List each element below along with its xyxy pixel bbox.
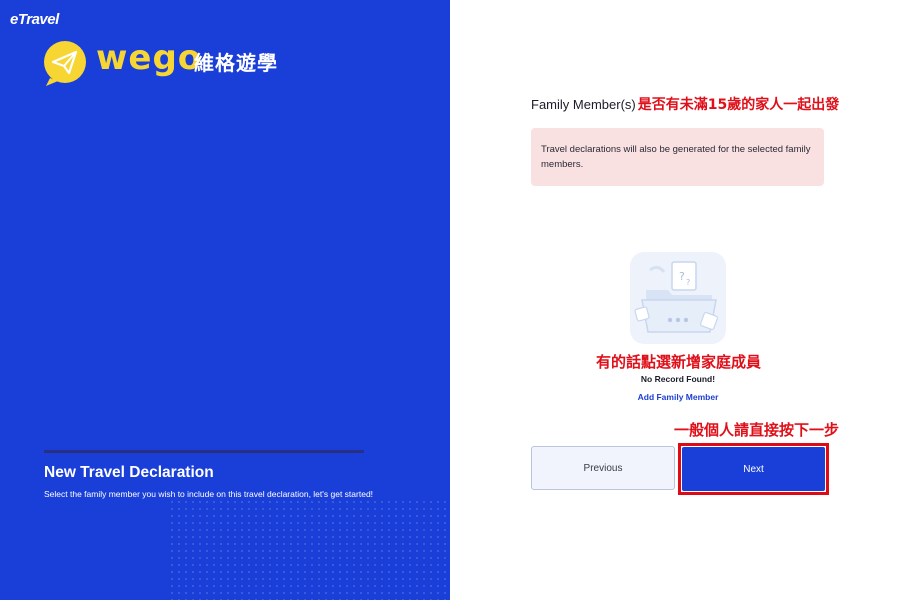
intro-divider — [44, 450, 364, 453]
right-panel: Family Member(s) 是否有未滿15歲的家人一起出發 Travel d… — [450, 0, 900, 600]
svg-text:?: ? — [679, 270, 685, 283]
next-step-annotation: 一般個人請直接按下一步 — [674, 421, 840, 439]
etravel-logo: eTravel — [10, 11, 59, 28]
no-record-text: No Record Found! — [640, 374, 716, 384]
family-members-heading: Family Member(s) 是否有未滿15歲的家人一起出發 — [531, 94, 839, 114]
left-panel: eTravel wego 維格遊學 New Travel Declaration… — [0, 0, 450, 600]
svg-text:?: ? — [686, 278, 690, 287]
add-family-member-link[interactable]: Add Family Member — [450, 392, 900, 402]
wego-chinese-name: 維格遊學 — [194, 51, 278, 75]
intro-subtitle: Select the family member you wish to inc… — [44, 489, 374, 499]
next-button[interactable]: Next — [682, 447, 825, 491]
intro-title: New Travel Declaration — [44, 464, 214, 481]
info-alert-text: Travel declarations will also be generat… — [541, 144, 811, 170]
empty-folder-icon: ? ? — [630, 252, 726, 344]
info-alert: Travel declarations will also be generat… — [531, 128, 824, 186]
wego-wordmark: wego — [96, 38, 203, 78]
dot-pattern-decoration — [170, 500, 450, 600]
heading-annotation: 是否有未滿15歲的家人一起出發 — [637, 97, 840, 113]
add-member-annotation: 有的話點選新增家庭成員 — [596, 353, 762, 371]
wego-paper-plane-icon — [44, 41, 86, 86]
family-members-label: Family Member(s) — [531, 97, 636, 112]
previous-button[interactable]: Previous — [531, 446, 675, 490]
